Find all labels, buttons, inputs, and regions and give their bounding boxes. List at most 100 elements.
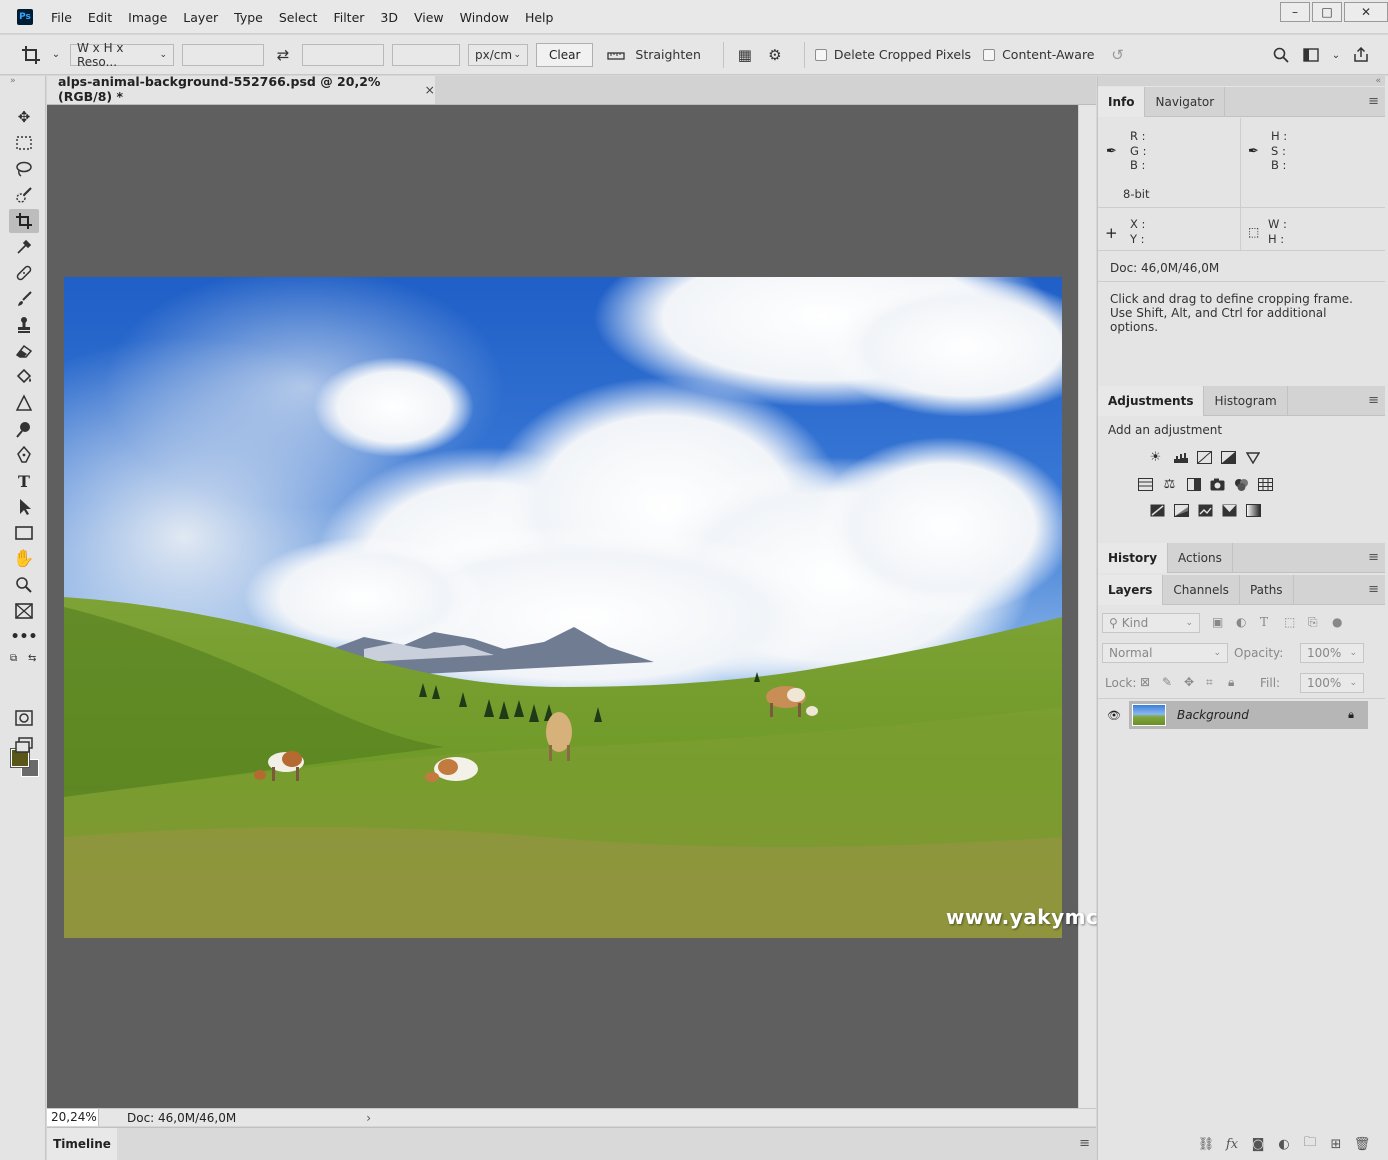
default-colors-icon[interactable]: ⧉ (10, 653, 17, 664)
delete-cropped-checkbox[interactable] (814, 48, 827, 61)
more-tools-icon[interactable]: ••• (9, 625, 39, 649)
selective-color-icon[interactable] (1222, 504, 1237, 517)
type-tool-icon[interactable]: T (9, 469, 39, 493)
straighten-label[interactable]: Straighten (635, 47, 700, 62)
channel-mixer-icon[interactable] (1234, 478, 1249, 491)
tab-adjustments[interactable]: Adjustments (1098, 386, 1205, 416)
dodge-tool-icon[interactable] (9, 417, 39, 441)
levels-icon[interactable] (1172, 451, 1191, 464)
pixel-layer-filter-icon[interactable]: ▣ (1212, 615, 1236, 630)
menu-file[interactable]: File (43, 10, 80, 25)
smart-object-filter-icon[interactable]: ⎘ (1308, 615, 1332, 630)
crop-tool-preset-icon[interactable] (20, 44, 42, 66)
link-layers-icon[interactable]: ⛓ (1193, 1137, 1219, 1152)
posterize-icon[interactable] (1174, 504, 1189, 517)
resolution-input[interactable] (392, 43, 460, 66)
menu-layer[interactable]: Layer (175, 10, 226, 25)
straighten-icon[interactable] (605, 44, 627, 66)
shape-layer-filter-icon[interactable]: ⬚ (1284, 615, 1308, 630)
marquee-tool-icon[interactable] (9, 131, 39, 155)
blur-tool-icon[interactable] (9, 391, 39, 415)
tab-info[interactable]: Info (1098, 87, 1146, 117)
type-layer-filter-icon[interactable]: T (1260, 615, 1284, 630)
new-adjustment-layer-icon[interactable]: ◐ (1271, 1137, 1297, 1152)
menu-view[interactable]: View (406, 10, 452, 25)
brush-tool-icon[interactable] (9, 287, 39, 311)
tab-history[interactable]: History (1098, 543, 1169, 573)
adjustment-layer-filter-icon[interactable]: ◐ (1236, 615, 1260, 630)
eyedropper-tool-icon[interactable] (9, 235, 39, 259)
tab-histogram[interactable]: Histogram (1204, 386, 1288, 416)
swap-colors-icon[interactable]: ⇆ (28, 653, 36, 664)
collapse-panels-icon[interactable]: « (1098, 76, 1385, 86)
swap-icon[interactable]: ⇄ (272, 44, 294, 66)
healing-brush-tool-icon[interactable] (9, 261, 39, 285)
tab-navigator[interactable]: Navigator (1145, 87, 1226, 117)
chevron-down-icon[interactable]: ⌄ (1330, 44, 1342, 66)
status-menu-arrow-icon[interactable]: › (366, 1111, 371, 1125)
lock-artboard-icon[interactable]: ⌗ (1206, 675, 1228, 690)
black-white-icon[interactable] (1186, 478, 1201, 491)
move-tool-icon[interactable]: ✥ (9, 105, 39, 129)
color-balance-icon[interactable]: ⚖ (1162, 477, 1177, 492)
curves-icon[interactable] (1197, 451, 1212, 464)
delete-layer-trash-icon[interactable]: 🗑︎ (1349, 1137, 1375, 1152)
panel-menu-icon[interactable]: ≡ (1079, 1136, 1090, 1151)
document-tab[interactable]: alps-animal-background-552766.psd @ 20,2… (47, 74, 435, 104)
add-mask-icon[interactable]: ◙ (1245, 1137, 1271, 1152)
collapse-icon[interactable]: » (10, 76, 16, 86)
hue-saturation-icon[interactable] (1138, 478, 1153, 491)
zoom-tool-icon[interactable] (9, 573, 39, 597)
paint-bucket-tool-icon[interactable] (9, 365, 39, 389)
menu-type[interactable]: Type (226, 10, 271, 25)
eraser-tool-icon[interactable] (9, 339, 39, 363)
width-input[interactable] (182, 43, 264, 66)
pen-tool-icon[interactable] (9, 443, 39, 467)
zoom-level-field[interactable]: 20,24% (47, 1109, 99, 1126)
menu-filter[interactable]: Filter (325, 10, 372, 25)
tab-channels[interactable]: Channels (1163, 575, 1240, 605)
close-tab-icon[interactable]: × (425, 82, 435, 97)
restore-button[interactable]: □ (1312, 2, 1342, 22)
photo-filter-icon[interactable] (1210, 478, 1225, 491)
tab-layers[interactable]: Layers (1098, 575, 1164, 605)
vibrance-icon[interactable] (1245, 451, 1260, 464)
exposure-icon[interactable] (1221, 451, 1236, 464)
screen-mode-icon[interactable] (9, 733, 39, 757)
height-input[interactable] (302, 43, 384, 66)
opacity-input[interactable]: 100% ⌄ (1300, 643, 1364, 663)
close-window-button[interactable]: ✕ (1344, 2, 1388, 22)
tab-paths[interactable]: Paths (1240, 575, 1294, 605)
panel-menu-icon[interactable]: ≡ (1368, 550, 1379, 565)
gradient-map-icon[interactable] (1246, 504, 1261, 517)
minimize-button[interactable]: – (1280, 2, 1310, 22)
clear-button[interactable]: Clear (536, 42, 594, 67)
menu-image[interactable]: Image (120, 10, 175, 25)
menu-window[interactable]: Window (452, 10, 517, 25)
layer-row-background[interactable]: Background 🔒︎ (1129, 701, 1368, 729)
lock-all-icon[interactable]: 🔒︎ (1228, 675, 1250, 690)
vertical-scrollbar[interactable] (1078, 105, 1096, 1108)
blend-mode-select[interactable]: Normal ⌄ (1102, 643, 1228, 663)
search-icon[interactable] (1270, 44, 1292, 66)
lasso-tool-icon[interactable] (9, 157, 39, 181)
menu-3d[interactable]: 3D (372, 10, 406, 25)
lock-position-icon[interactable]: ✥ (1184, 675, 1206, 690)
layer-lock-icon[interactable]: 🔒︎ (1348, 708, 1354, 722)
threshold-icon[interactable] (1198, 504, 1213, 517)
panel-menu-icon[interactable]: ≡ (1368, 393, 1379, 408)
menu-help[interactable]: Help (517, 10, 562, 25)
resolution-unit-select[interactable]: px/cm ⌄ (468, 43, 528, 66)
quick-selection-tool-icon[interactable] (9, 183, 39, 207)
menu-edit[interactable]: Edit (80, 10, 120, 25)
reset-icon[interactable]: ↺ (1107, 44, 1129, 66)
ratio-preset-select[interactable]: W x H x Reso... ⌄ (70, 41, 174, 69)
filter-toggle-icon[interactable]: ● (1332, 615, 1346, 630)
rectangle-tool-icon[interactable] (9, 521, 39, 545)
tab-timeline[interactable]: Timeline (47, 1128, 117, 1160)
gear-icon[interactable]: ⚙ (764, 44, 786, 66)
layer-style-fx-icon[interactable]: fx (1219, 1137, 1245, 1152)
new-layer-icon[interactable]: ⊞ (1323, 1137, 1349, 1152)
workspace-icon[interactable] (1300, 44, 1322, 66)
tab-actions[interactable]: Actions (1168, 543, 1233, 573)
